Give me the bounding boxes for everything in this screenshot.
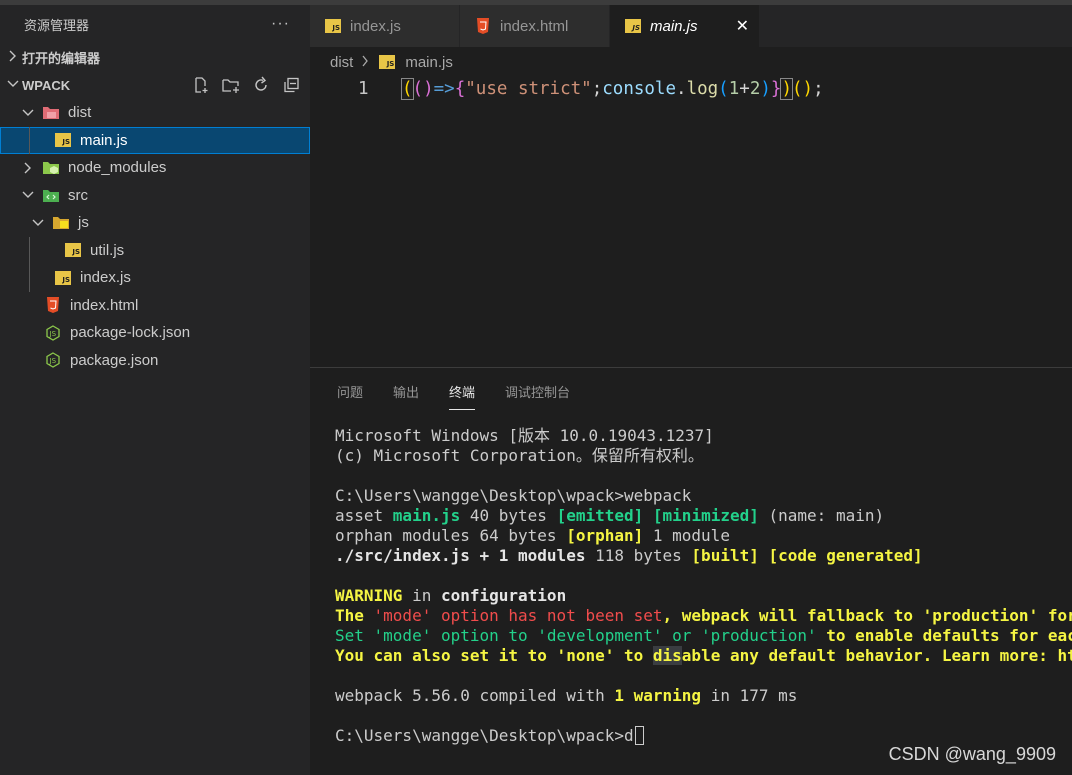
terminal-prompt[interactable]: C:\Users\wangge\Desktop\wpack>d <box>335 726 1072 746</box>
chevron-down-icon <box>20 108 36 118</box>
open-editors-section[interactable]: 打开的编辑器 <box>0 43 310 71</box>
terminal-line: The 'mode' option has not been set, webp… <box>335 606 1072 625</box>
tree-label: node_modules <box>68 159 167 177</box>
folder-js-icon <box>52 215 70 231</box>
tree-label: src <box>68 186 88 204</box>
tree-label: main.js <box>80 131 128 149</box>
tree-file-package-lock-json[interactable]: JS package-lock.json <box>0 319 310 347</box>
refresh-icon[interactable] <box>250 75 272 95</box>
tab-label: index.js <box>350 17 401 35</box>
svg-text:JS: JS <box>49 357 57 365</box>
tree-label: dist <box>68 104 92 122</box>
close-icon[interactable]: ✕ <box>736 16 749 36</box>
chevron-down-icon <box>0 78 22 92</box>
chevron-right-icon <box>0 50 22 65</box>
nodejs-icon: JS <box>44 324 62 341</box>
tree-label: index.html <box>70 296 139 314</box>
tab-label: index.html <box>500 17 569 35</box>
terminal-line: Microsoft Windows [版本 10.0.19043.1237] <box>335 426 714 445</box>
new-file-icon[interactable] <box>190 75 212 95</box>
vscode-window: 资源管理器 ··· 打开的编辑器 WPACK dist JS main.js n… <box>0 0 1072 775</box>
indent-guide <box>29 236 30 264</box>
bottom-panel: 问题 输出 终端 调试控制台 Microsoft Windows [版本 10.… <box>310 367 1072 775</box>
nodejs-icon: JS <box>44 352 62 369</box>
terminal-line: Set 'mode' option to 'development' or 'p… <box>335 626 1072 645</box>
js-file-icon: JS <box>64 242 82 258</box>
terminal-line: C:\Users\wangge\Desktop\wpack>webpack <box>335 486 692 505</box>
tree-folder-js[interactable]: js <box>0 209 310 237</box>
editor-tabs: JS index.js index.html JS main.js ✕ <box>310 5 1072 47</box>
terminal-output[interactable]: Microsoft Windows [版本 10.0.19043.1237] (c… <box>335 426 1072 746</box>
tab-label: main.js <box>650 17 698 35</box>
html5-icon <box>44 297 62 314</box>
folder-src-icon <box>42 187 60 203</box>
terminal-cursor <box>634 726 644 745</box>
folder-dist-icon <box>42 105 60 121</box>
more-actions-icon[interactable]: ··· <box>271 15 290 33</box>
breadcrumb: dist JS main.js <box>330 50 453 74</box>
tree-file-package-json[interactable]: JS package.json <box>0 347 310 375</box>
breadcrumb-file[interactable]: main.js <box>405 54 453 71</box>
tree-label: index.js <box>80 269 131 287</box>
html5-icon <box>474 18 492 34</box>
tree-folder-dist[interactable]: dist <box>0 99 310 127</box>
watermark: CSDN @wang_9909 <box>888 744 1056 764</box>
terminal-line: asset main.js 40 bytes [emitted] [minimi… <box>335 506 885 525</box>
open-editors-label: 打开的编辑器 <box>22 50 101 66</box>
indent-guide <box>29 264 30 292</box>
terminal-line: orphan modules 64 bytes [orphan] 1 modul… <box>335 526 730 545</box>
line-number: 1 <box>358 79 369 99</box>
js-file-icon: JS <box>624 18 642 34</box>
explorer-sidebar: 资源管理器 ··· 打开的编辑器 WPACK dist JS main.js n… <box>0 5 310 775</box>
terminal-line: WARNING in configuration <box>335 586 567 605</box>
code-line[interactable]: (()=>{"use strict";console.log(1+2)})(); <box>401 78 824 100</box>
explorer-header: 资源管理器 ··· <box>0 5 310 43</box>
svg-text:JS: JS <box>49 330 57 338</box>
indent-guide <box>29 126 30 154</box>
tree-label: package-lock.json <box>70 324 191 342</box>
tab-index-html[interactable]: index.html <box>460 5 610 47</box>
terminal-line: webpack 5.56.0 compiled with 1 warning i… <box>335 686 798 705</box>
tree-label: js <box>78 214 89 232</box>
tab-terminal[interactable]: 终端 <box>449 382 476 410</box>
tree-label: util.js <box>90 241 125 259</box>
chevron-right-icon <box>20 162 36 174</box>
tab-index-js[interactable]: JS index.js <box>310 5 460 47</box>
chevron-down-icon <box>20 190 36 200</box>
js-file-icon: JS <box>54 132 72 148</box>
folder-npm-icon <box>42 160 60 176</box>
tab-debug-console[interactable]: 调试控制台 <box>505 382 570 410</box>
project-label: WPACK <box>22 77 71 93</box>
collapse-all-icon[interactable] <box>280 75 302 95</box>
js-file-icon: JS <box>54 270 72 286</box>
chevron-down-icon <box>30 218 46 228</box>
breadcrumb-folder[interactable]: dist <box>330 54 353 71</box>
tab-problems[interactable]: 问题 <box>337 382 363 410</box>
tree-folder-src[interactable]: src <box>0 182 310 210</box>
tree-file-main-js[interactable]: JS main.js <box>0 126 310 154</box>
chevron-right-icon <box>361 55 369 70</box>
tree-file-index-js[interactable]: JS index.js <box>0 264 310 292</box>
tab-output[interactable]: 输出 <box>393 382 419 410</box>
tree-file-index-html[interactable]: index.html <box>0 292 310 320</box>
js-file-icon: JS <box>324 18 342 34</box>
tab-main-js[interactable]: JS main.js ✕ <box>610 5 760 47</box>
terminal-line: (c) Microsoft Corporation。保留所有权利。 <box>335 446 704 465</box>
new-folder-icon[interactable] <box>220 75 242 95</box>
tree-folder-node-modules[interactable]: node_modules <box>0 154 310 182</box>
js-file-icon: JS <box>379 54 397 70</box>
project-section[interactable]: WPACK <box>0 71 310 99</box>
terminal-line: You can also set it to 'none' to disable… <box>335 646 1072 665</box>
terminal-line: ./src/index.js + 1 modules 118 bytes [bu… <box>335 546 923 565</box>
code-editor[interactable]: 1 (()=>{"use strict";console.log(1+2)})(… <box>310 76 1072 366</box>
tree-label: package.json <box>70 351 159 369</box>
panel-tabs: 问题 输出 终端 调试控制台 <box>337 382 570 410</box>
tree-file-util-js[interactable]: JS util.js <box>0 236 310 264</box>
explorer-title: 资源管理器 <box>24 17 90 33</box>
